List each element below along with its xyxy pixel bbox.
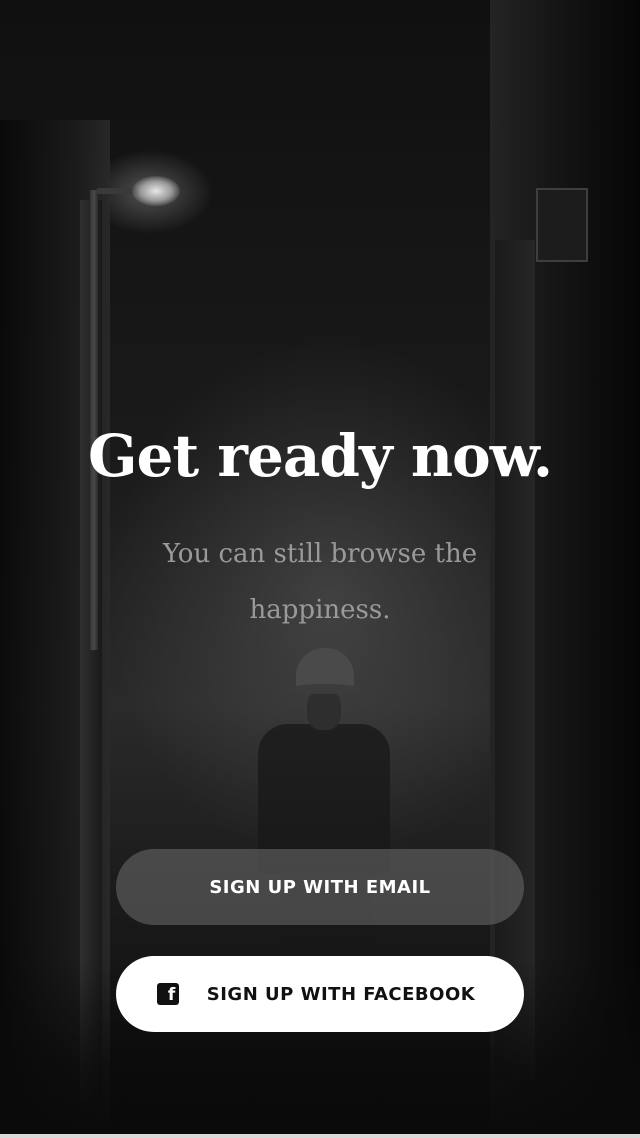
sign-up-email-label: SIGN UP WITH EMAIL [209, 876, 431, 898]
headline: Get ready now. [87, 422, 553, 490]
onboarding-content: Get ready now. You can still browse the … [0, 0, 640, 1138]
sign-up-facebook-label: SIGN UP WITH FACEBOOK [206, 983, 476, 1005]
bottom-edge [0, 1134, 640, 1138]
subheadline: You can still browse the happiness. [162, 539, 478, 625]
sign-up-email-button[interactable]: SIGN UP WITH EMAIL [116, 849, 524, 925]
facebook-icon: f [156, 983, 179, 1005]
sign-up-facebook-button[interactable]: f SIGN UP WITH FACEBOOK [116, 956, 524, 1032]
